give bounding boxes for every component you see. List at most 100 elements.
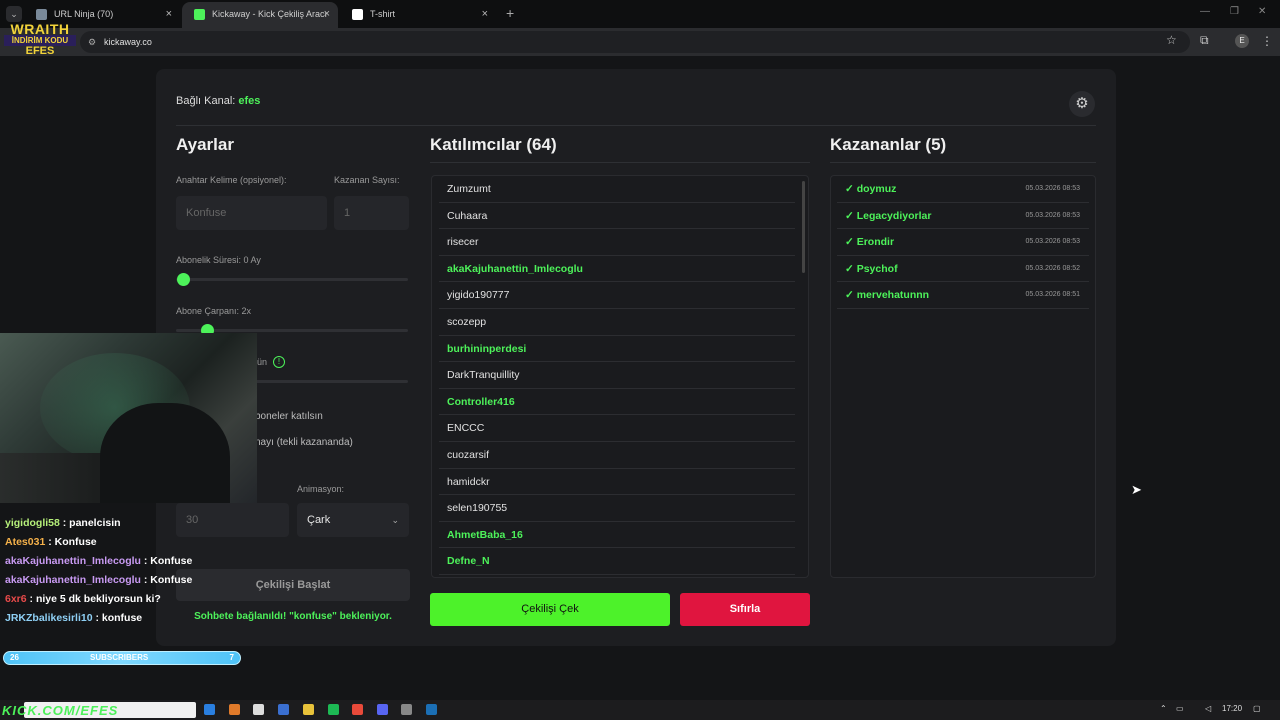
participant-row[interactable]: burhininperdesi <box>439 336 795 363</box>
discord-icon[interactable] <box>377 704 388 715</box>
chrome-icon[interactable] <box>352 704 363 715</box>
chat-message: akaKajuhanettin_Imlecoglu : Konfuse <box>5 574 245 593</box>
toolbar: ⚙ kickaway.co <box>0 28 1280 56</box>
settings-gear-icon[interactable]: ⚙ <box>1069 91 1095 117</box>
slider-handle[interactable] <box>177 273 190 286</box>
winner-timestamp: 05.03.2026 08:51 <box>1025 291 1081 299</box>
giveaway-panel: Bağlı Kanal: efes ⚙ Ayarlar Anahtar Keli… <box>156 69 1116 646</box>
steam-icon[interactable] <box>426 704 437 715</box>
volume-icon[interactable]: ◁ <box>1205 704 1211 713</box>
participant-row[interactable]: yigido190777 <box>439 282 795 309</box>
winner-row: ✓ doymuz 05.03.2026 08:53 <box>837 176 1089 203</box>
app-icon[interactable] <box>229 704 240 715</box>
chat-message: Ates031 : Konfuse <box>5 536 245 555</box>
url-ninja-favicon-icon <box>36 9 47 20</box>
tab-search-icon[interactable]: ⌄ <box>6 6 22 22</box>
folder-icon[interactable] <box>303 704 314 715</box>
sub-multiplier-slider[interactable] <box>176 324 408 337</box>
scrollbar[interactable] <box>802 181 805 273</box>
stream-brand-logo: WRAITH İNDİRİM KODU EFES <box>4 22 76 57</box>
bookmark-star-icon[interactable]: ☆ <box>1166 33 1177 47</box>
extensions-icon[interactable]: ⧉ <box>1200 33 1209 48</box>
network-icon[interactable]: ▭ <box>1176 704 1184 713</box>
participant-row[interactable]: DarkTranquillity <box>439 362 795 389</box>
participant-row[interactable]: Cuhaara <box>439 203 795 230</box>
winner-name: ✓ Legacydiyorlar <box>845 209 932 222</box>
participant-row[interactable]: Zumzumt <box>439 176 795 203</box>
tab-strip: ⌄ URL Ninja (70) × Kickaway - Kick Çekil… <box>0 0 1280 28</box>
chat-username: 6xr6 <box>5 593 27 605</box>
animation-select[interactable]: Çark ⌄ <box>297 503 409 537</box>
close-icon[interactable]: × <box>482 2 488 26</box>
winner-timestamp: 05.03.2026 08:53 <box>1025 185 1081 192</box>
confirm-option[interactable]: nayı (tekli kazananda) <box>255 437 353 448</box>
chat-text: : Konfuse <box>48 536 97 548</box>
chat-username: Ates031 <box>5 536 46 548</box>
participant-row[interactable]: Controller416 <box>439 389 795 416</box>
menu-kebab-icon[interactable]: ⋮ <box>1261 34 1273 48</box>
keyword-label: Anahtar Kelime (opsiyonel): <box>176 175 287 185</box>
store-icon[interactable] <box>253 704 264 715</box>
channel-name: efes <box>238 95 261 107</box>
restore-icon[interactable]: ❐ <box>1230 6 1239 17</box>
info-icon[interactable]: ! <box>273 356 285 368</box>
chat-overlay: yigidogli58 : panelcisin Ates031 : Konfus… <box>5 517 245 631</box>
participants-title: Katılımcılar (64) <box>430 135 557 154</box>
participant-row[interactable]: akaKajuhanettin_Imlecoglu <box>439 256 795 283</box>
chat-username: yigidogli58 <box>5 517 60 529</box>
participant-row[interactable]: AhmetBaba_16 <box>439 522 795 549</box>
tray-chevron-icon[interactable]: ⌃ <box>1160 704 1167 713</box>
winner-row: ✓ mervehatunnn 05.03.2026 08:51 <box>837 282 1089 309</box>
partial-option-label: ün <box>257 357 268 367</box>
participant-row[interactable]: ENCCC <box>439 415 795 442</box>
notification-icon[interactable]: ▢ <box>1253 704 1261 713</box>
tab-tshirt[interactable]: T-shirt × <box>340 2 496 28</box>
minimize-icon[interactable]: — <box>1200 6 1210 17</box>
animation-label: Animasyon: <box>297 484 345 494</box>
participant-row[interactable]: risecer <box>439 229 795 256</box>
winner-name: ✓ mervehatunnn <box>845 289 930 302</box>
divider <box>830 162 1096 163</box>
chat-username: JRKZbalikesirli10 <box>5 612 93 624</box>
site-info-icon[interactable]: ⚙ <box>88 31 96 53</box>
tab-kickaway[interactable]: Kickaway - Kick Çekiliş Aracı × <box>182 2 338 28</box>
clock[interactable]: 17:20 <box>1222 704 1242 713</box>
mail-icon[interactable] <box>278 704 289 715</box>
window-close-icon[interactable]: ✕ <box>1258 6 1266 17</box>
new-tab-icon[interactable]: + <box>506 5 514 21</box>
settings-title: Ayarlar <box>176 135 234 154</box>
reset-button[interactable]: Sıfırla <box>680 593 810 626</box>
tab-title: URL Ninja (70) <box>54 9 114 19</box>
winner-count-input[interactable]: 1 <box>334 196 409 230</box>
chevron-down-icon: ⌄ <box>391 515 399 525</box>
page-favicon-icon <box>352 9 363 20</box>
participant-row[interactable]: selen190755 <box>439 495 795 522</box>
spotify-icon[interactable] <box>328 704 339 715</box>
profile-avatar[interactable]: E <box>1235 34 1249 48</box>
app-icon[interactable] <box>401 704 412 715</box>
edge-icon[interactable] <box>204 704 215 715</box>
chat-text: : konfuse <box>95 612 143 624</box>
participant-row[interactable]: scozepp <box>439 309 795 336</box>
keyword-input[interactable]: Konfuse <box>176 196 327 230</box>
sub-duration-slider[interactable] <box>176 273 408 286</box>
address-bar[interactable]: ⚙ kickaway.co <box>80 31 1190 53</box>
tab-title: T-shirt <box>370 9 396 19</box>
chat-message: akaKajuhanettin_Imlecoglu : Konfuse <box>5 555 245 574</box>
draw-button[interactable]: Çekilişi Çek <box>430 593 670 626</box>
winners-title: Kazananlar (5) <box>830 135 947 154</box>
sub-multiplier-label: Abone Çarpanı: 2x <box>176 306 252 316</box>
participants-list[interactable]: Zumzumt Cuhaara risecer akaKajuhanettin_Iml… <box>431 175 809 578</box>
participant-row[interactable]: hamidckr <box>439 469 795 496</box>
chat-text: : panelcisin <box>62 517 121 529</box>
chat-text: : niye 5 dk bekliyorsun ki? <box>29 593 161 605</box>
connected-channel: Bağlı Kanal: efes <box>176 95 261 107</box>
winners-list: ✓ doymuz 05.03.2026 08:53 ✓ Legacydiyorlar… <box>830 175 1096 578</box>
close-icon[interactable]: × <box>166 2 172 26</box>
close-icon[interactable]: × <box>324 2 330 26</box>
tab-title: Kickaway - Kick Çekiliş Aracı <box>212 9 328 19</box>
subs-only-option[interactable]: boneler katılsın <box>255 411 323 422</box>
participant-row[interactable]: Defne_N <box>439 548 795 575</box>
participant-row[interactable]: cuozarsif <box>439 442 795 469</box>
winner-row: ✓ Psychof 05.03.2026 08:52 <box>837 256 1089 283</box>
